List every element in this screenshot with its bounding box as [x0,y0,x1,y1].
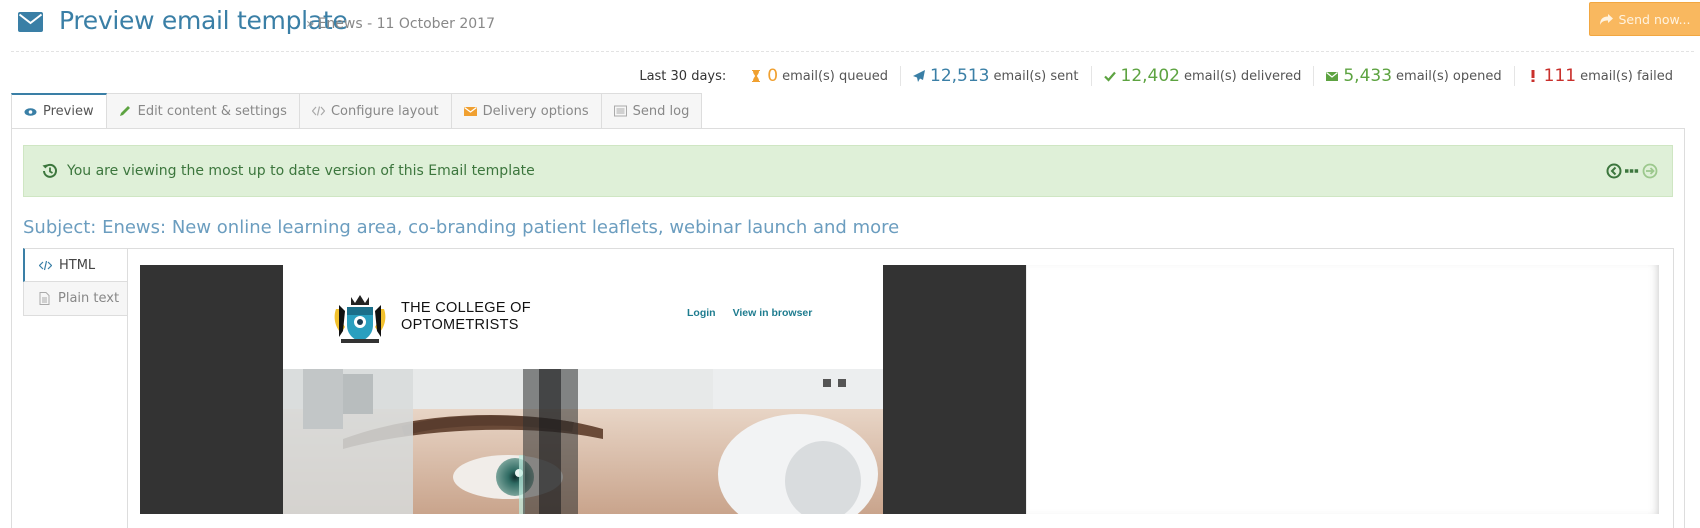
page-title: Preview email template [59,6,348,35]
tab-edit-content[interactable]: Edit content & settings [106,93,300,129]
stat-queued: 0 email(s) queued [738,66,900,86]
stat-opened-value: 5,433 [1343,66,1393,86]
pencil-icon [119,106,130,116]
stat-delivered: 12,402 email(s) delivered [1090,66,1314,86]
history-icon [42,163,57,178]
email-view-in-browser-link[interactable]: View in browser [733,307,813,319]
hourglass-icon [752,70,761,82]
brand-line-2: OPTOMETRISTS [401,317,519,333]
email-login-link[interactable]: Login [687,307,716,319]
email-header-links: Login View in browser [687,307,812,319]
stat-opened: 5,433 email(s) opened [1313,66,1513,86]
tab-label: Delivery options [482,103,589,119]
alert-text: You are viewing the most up to date vers… [67,163,535,179]
breadcrumb-item[interactable]: Enews - 11 October 2017 [318,16,495,32]
envelope-icon [18,12,43,32]
tab-preview[interactable]: Preview [11,93,107,129]
main-tabs: Preview Edit content & settings Configur… [11,93,703,129]
tab-label: HTML [59,257,96,273]
breadcrumb-separator-icon: » [306,16,315,32]
tab-label: Plain text [58,291,120,306]
send-now-button[interactable]: Send now... [1589,2,1700,36]
envelope-icon [463,107,477,116]
stat-failed-value: 111 [1543,66,1577,86]
stat-queued-label: email(s) queued [782,68,888,84]
hero-photo-eye-examination [283,369,883,514]
version-alert: You are viewing the most up to date vers… [23,145,1673,197]
tab-plain-text[interactable]: Plain text [23,282,128,316]
version-navigation [1606,163,1658,179]
stats-bar: Last 30 days: 0 email(s) queued 12,513 e… [639,65,1673,87]
stat-sent: 12,513 email(s) sent [900,66,1091,86]
code-icon [39,260,52,270]
college-crest-logo [334,295,386,343]
next-version-icon [1642,163,1658,179]
brand-line-1: THE COLLEGE OF [401,300,531,316]
stat-sent-value: 12,513 [930,66,990,86]
check-icon [1103,71,1116,82]
tab-label: Edit content & settings [137,103,287,119]
list-icon [613,105,627,117]
preview-right-pane [1026,265,1659,514]
stat-failed-label: email(s) failed [1580,68,1673,84]
send-now-label: Send now... [1618,11,1691,27]
email-header: THE COLLEGE OF OPTOMETRISTS Login View i… [283,265,883,369]
more-versions-icon[interactable] [1625,163,1639,179]
share-icon [1600,13,1614,25]
stat-delivered-value: 12,402 [1120,66,1180,86]
tab-html[interactable]: HTML [23,248,128,282]
stat-queued-value: 0 [767,66,779,86]
email-hero-image [283,369,883,514]
stat-failed: 111 email(s) failed [1513,66,1673,86]
tab-send-log[interactable]: Send log [601,93,703,129]
file-icon [39,292,50,305]
tab-delivery-options[interactable]: Delivery options [451,93,602,129]
eye-icon [24,107,37,116]
exclamation-icon [1531,70,1535,82]
stat-delivered-label: email(s) delivered [1183,68,1302,84]
previous-version-icon[interactable] [1606,163,1622,179]
breadcrumb: » Enews - 11 October 2017 [306,16,495,32]
code-icon [311,106,325,116]
envelope-open-icon [1326,72,1339,81]
paper-plane-icon [913,70,925,82]
stat-opened-label: email(s) opened [1396,68,1502,84]
college-brand-name: THE COLLEGE OF OPTOMETRISTS [401,300,531,334]
email-preview: THE COLLEGE OF OPTOMETRISTS Login View i… [283,265,883,514]
stats-period: Last 30 days: [639,68,727,84]
tab-configure-layout[interactable]: Configure layout [299,93,452,129]
tab-label: Send log [632,103,690,119]
tab-label: Preview [43,104,94,119]
tab-label: Configure layout [330,103,439,119]
format-tabs: HTML Plain text [23,248,128,316]
page-header: Preview email template » Enews - 11 Octob… [11,0,1700,52]
email-subject: Subject: Enews: New online learning area… [23,217,900,238]
stat-sent-label: email(s) sent [993,68,1079,84]
